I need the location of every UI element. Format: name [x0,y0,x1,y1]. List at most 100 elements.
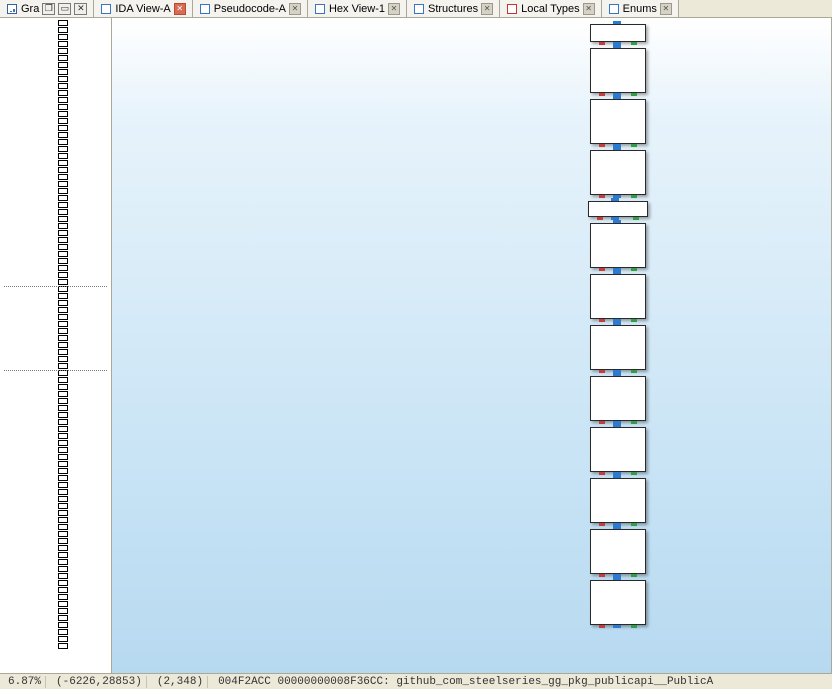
overview-node [58,272,68,278]
overview-node [58,643,68,649]
overview-node [58,615,68,621]
overview-node [58,195,68,201]
overview-node [58,440,68,446]
tab-pseudocode[interactable]: Pseudocode-A ✕ [193,0,308,17]
overview-node [58,601,68,607]
overview-node [58,335,68,341]
tab-local-types[interactable]: Local Types ✕ [500,0,602,17]
tab-hex-view[interactable]: Hex View-1 ✕ [308,0,407,17]
overview-node [58,97,68,103]
overview-node [58,83,68,89]
graph-node[interactable] [590,274,646,319]
overview-node [58,69,68,75]
tab-graph-overview[interactable]: Gra ❐ ▭ ✕ [0,0,94,17]
overview-node [58,321,68,327]
overview-node [58,559,68,565]
graph-node[interactable] [590,529,646,574]
overview-node [58,503,68,509]
graph-node[interactable] [590,150,646,195]
overview-node [58,48,68,54]
graph-node[interactable] [590,223,646,268]
overview-node [58,426,68,432]
close-window-icon[interactable]: ✕ [74,3,87,15]
status-address: 004F2ACC 00000000008F36CC: github_com_st… [214,676,828,688]
tab-enums[interactable]: Enums ✕ [602,0,679,17]
graph-node[interactable] [590,48,646,93]
status-rva: 004F2ACC [218,676,271,688]
overview-node [58,202,68,208]
tab-label: Pseudocode-A [214,3,286,15]
status-scroll: (-6226,28853) [52,676,147,688]
overview-node [58,216,68,222]
overview-node [58,223,68,229]
overview-node [58,391,68,397]
graph-node[interactable] [590,99,646,144]
close-icon[interactable]: ✕ [481,3,493,15]
tab-ida-view[interactable]: IDA View-A ✕ [94,0,192,17]
overview-node [58,398,68,404]
tab-label: IDA View-A [115,3,170,15]
maximize-window-icon[interactable]: ▭ [58,3,71,15]
close-icon[interactable]: ✕ [388,3,400,15]
overview-node [58,146,68,152]
overview-node [58,363,68,369]
overview-node [58,489,68,495]
overview-node [58,34,68,40]
graph-node[interactable] [590,427,646,472]
overview-node [58,41,68,47]
overview-node [58,552,68,558]
tab-structures[interactable]: Structures ✕ [407,0,500,17]
close-icon[interactable]: ✕ [660,3,672,15]
viewport-guide-bottom [4,370,107,371]
overview-node [58,62,68,68]
overview-node [58,237,68,243]
overview-node [58,328,68,334]
graph-node[interactable] [590,325,646,370]
overview-node [58,90,68,96]
close-icon[interactable]: ✕ [289,3,301,15]
ida-view-icon [100,3,112,15]
overview-node [58,174,68,180]
overview-node [58,342,68,348]
status-ea: 00000000008F36CC: [277,676,389,688]
graph-node[interactable] [588,201,648,217]
restore-window-icon[interactable]: ❐ [42,3,55,15]
overview-node [58,160,68,166]
graph-node[interactable] [590,478,646,523]
overview-node [58,587,68,593]
graph-overview-panel[interactable] [0,18,112,673]
overview-node [58,314,68,320]
overview-node [58,265,68,271]
overview-node [58,230,68,236]
graph-node[interactable] [590,24,646,42]
overview-node [58,27,68,33]
graph-icon [6,3,18,15]
overview-node [58,510,68,516]
overview-node [58,377,68,383]
tab-label: Structures [428,3,478,15]
overview-node [58,111,68,117]
structures-icon [413,3,425,15]
tab-strip: Gra ❐ ▭ ✕ IDA View-A ✕ Pseudocode-A ✕ He… [0,0,832,18]
close-icon[interactable]: ✕ [583,3,595,15]
overview-node [58,55,68,61]
overview-node [58,167,68,173]
graph-node[interactable] [590,580,646,625]
ida-graph-view[interactable] [112,18,832,673]
overview-node [58,405,68,411]
overview-node [58,258,68,264]
overview-node [58,118,68,124]
status-bar: 6.87% (-6226,28853) (2,348) 004F2ACC 000… [0,673,832,689]
overview-node [58,447,68,453]
close-icon[interactable]: ✕ [174,3,186,15]
overview-node [58,181,68,187]
overview-node-column [58,20,72,650]
overview-node [58,300,68,306]
overview-node [58,629,68,635]
tab-label: Local Types [521,3,580,15]
hex-view-icon [314,3,326,15]
overview-node [58,125,68,131]
overview-node [58,580,68,586]
graph-node[interactable] [590,376,646,421]
overview-node [58,349,68,355]
